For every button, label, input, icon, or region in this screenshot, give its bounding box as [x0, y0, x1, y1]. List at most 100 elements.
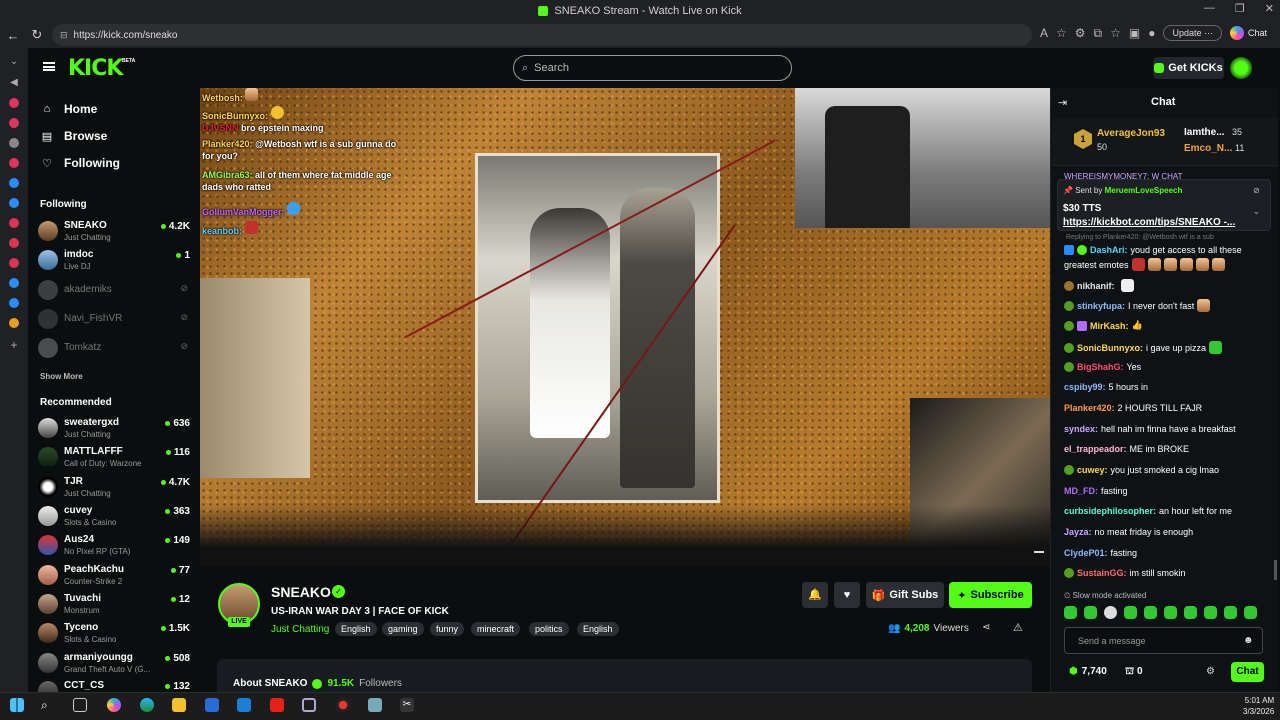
- copilot-chat-button[interactable]: Chat: [1230, 26, 1267, 40]
- recommended-channel[interactable]: CCT_CS 132: [38, 678, 190, 692]
- recommended-channel[interactable]: MATTLAFFF Call of Duty: Warzone 116: [38, 444, 190, 470]
- tab-icon[interactable]: [9, 238, 19, 248]
- app-icon[interactable]: [302, 698, 316, 712]
- emote-icon[interactable]: [1064, 606, 1077, 619]
- task-view-icon[interactable]: [73, 698, 87, 712]
- share-icon[interactable]: ⋖: [982, 622, 990, 633]
- following-channel-sneako[interactable]: SNEAKO Just Chatting 4.2K: [38, 218, 190, 244]
- emoji-picker-icon[interactable]: ☻: [1243, 635, 1254, 646]
- update-button[interactable]: Update ···: [1163, 25, 1223, 41]
- chat-username[interactable]: cspiby99:: [1064, 382, 1106, 392]
- stream-category-link[interactable]: Just Chatting: [271, 624, 329, 635]
- stream-tag[interactable]: gaming: [382, 622, 424, 636]
- tab-icon[interactable]: [9, 218, 19, 228]
- minimize-icon[interactable]: —: [1204, 2, 1215, 15]
- profile-icon[interactable]: ●: [1148, 26, 1155, 40]
- menu-icon[interactable]: [43, 62, 55, 71]
- stream-tag[interactable]: English: [577, 622, 619, 636]
- chat-username[interactable]: el_trappeador:: [1064, 444, 1127, 454]
- subscribe-button[interactable]: ✦ Subscribe: [949, 582, 1032, 608]
- chat-username[interactable]: Jayza:: [1064, 527, 1092, 537]
- edge-browser-icon[interactable]: [140, 698, 154, 712]
- recommended-channel[interactable]: TJR Just Chatting 4.7K: [38, 474, 190, 500]
- channel-points[interactable]: ⛫ 0: [1125, 666, 1143, 679]
- chat-username[interactable]: SustainGG:: [1077, 568, 1127, 578]
- nav-browse[interactable]: ▤ Browse: [40, 129, 108, 143]
- recommended-channel[interactable]: PeachKachu Counter-Strike 2 77: [38, 562, 190, 588]
- recommended-channel[interactable]: cuvey Slots & Casino 363: [38, 503, 190, 529]
- copilot-icon[interactable]: [107, 698, 121, 712]
- chat-scrollbar[interactable]: [1274, 560, 1277, 580]
- stream-tag[interactable]: funny: [430, 622, 465, 636]
- collapse-chat-icon[interactable]: ⇥: [1058, 96, 1067, 109]
- recommended-channel[interactable]: Tyceno Slots & Casino 1.5K: [38, 620, 190, 646]
- recommended-channel[interactable]: Tuvachi Monstrum 12: [38, 591, 190, 617]
- system-clock[interactable]: 5:01 AM 3/3/2026: [1243, 695, 1274, 717]
- emote-icon[interactable]: [1204, 606, 1217, 619]
- pinned-sender-name[interactable]: MeruemLoveSpeech: [1105, 186, 1183, 195]
- video-player[interactable]: Wetbosh: SonicBunnyxo: DJVSNN bro epstei…: [200, 88, 1050, 566]
- tab-icon[interactable]: [9, 298, 19, 308]
- chat-message-input[interactable]: Send a message: [1064, 627, 1263, 654]
- recommended-channel[interactable]: sweatergxd Just Chatting 636: [38, 415, 190, 441]
- tab-icon[interactable]: [9, 258, 19, 268]
- chat-username[interactable]: MD_FD:: [1064, 486, 1098, 496]
- recommended-channel[interactable]: armaniyoungg Grand Theft Auto V (G... 508: [38, 650, 190, 676]
- search-icon[interactable]: ⌕: [41, 698, 55, 712]
- tab-icon[interactable]: [9, 98, 19, 108]
- app-icon[interactable]: [336, 698, 350, 712]
- windows-start-icon[interactable]: [10, 698, 24, 712]
- youtube-icon[interactable]: [270, 698, 284, 712]
- user-avatar[interactable]: [1230, 57, 1252, 79]
- chat-username[interactable]: DashAri:: [1090, 245, 1128, 255]
- split-screen-icon[interactable]: ⧉: [1094, 26, 1103, 41]
- chat-username[interactable]: cuwey:: [1077, 465, 1108, 475]
- recommended-channel[interactable]: Aus24 No Pixel RP (GTA) 149: [38, 532, 190, 558]
- emote-icon[interactable]: [1164, 606, 1177, 619]
- following-channel-akademiks[interactable]: akademiks ⊘: [38, 277, 190, 303]
- favorites-icon[interactable]: ☆: [1110, 26, 1121, 40]
- chat-username[interactable]: curbsidephilosopher:: [1064, 506, 1156, 516]
- show-more-link[interactable]: Show More: [40, 372, 83, 381]
- restore-icon[interactable]: ❐: [1235, 2, 1245, 15]
- tab-icon[interactable]: [9, 158, 19, 168]
- emote-icon[interactable]: [1184, 606, 1197, 619]
- chat-username[interactable]: MirKash:: [1090, 321, 1129, 331]
- app-icon[interactable]: [368, 698, 382, 712]
- chevron-down-icon[interactable]: ⌄: [1253, 207, 1260, 216]
- stream-tag[interactable]: English: [335, 622, 377, 636]
- back-icon[interactable]: ←: [4, 28, 22, 43]
- follow-button[interactable]: ♥: [834, 582, 860, 608]
- nav-home[interactable]: ⌂ Home: [40, 102, 98, 116]
- following-channel-imdoc[interactable]: imdoc Live DJ 1: [38, 247, 190, 273]
- tab-icon[interactable]: [9, 198, 19, 208]
- leaderboard-third-name[interactable]: Emco_N...: [1184, 143, 1232, 154]
- stream-tag[interactable]: politics: [529, 622, 569, 636]
- close-icon[interactable]: ✕: [1265, 2, 1274, 15]
- emote-icon[interactable]: [1084, 606, 1097, 619]
- leaderboard-second-name[interactable]: Iamthe...: [1184, 127, 1225, 138]
- following-channel-navi[interactable]: Navi_FishVR ⊘: [38, 306, 190, 332]
- tab-icon[interactable]: [9, 118, 19, 128]
- notification-bell-button[interactable]: 🔔: [802, 582, 828, 608]
- emote-icon[interactable]: [1144, 606, 1157, 619]
- chat-username[interactable]: SonicBunnyxo:: [1077, 343, 1143, 353]
- kick-logo[interactable]: KICK: [68, 56, 123, 81]
- leaderboard-first-name[interactable]: AverageJon93: [1097, 128, 1165, 139]
- extensions-icon[interactable]: ⚙: [1075, 26, 1086, 40]
- app-icon[interactable]: ✂: [400, 698, 414, 712]
- report-icon[interactable]: ⚠: [1013, 621, 1023, 634]
- chevron-down-icon[interactable]: ⌄: [10, 56, 18, 67]
- kicks-balance[interactable]: ⬢ 7,740: [1069, 666, 1107, 677]
- settings-icon[interactable]: [9, 138, 19, 148]
- chat-settings-icon[interactable]: ⚙: [1206, 666, 1215, 677]
- stream-tag[interactable]: minecraft: [471, 622, 521, 636]
- collections-icon[interactable]: ▣: [1129, 26, 1140, 40]
- nav-following[interactable]: ♡ Following: [40, 156, 120, 170]
- chat-username[interactable]: stinkyfupa:: [1077, 301, 1125, 311]
- add-icon[interactable]: +: [10, 338, 17, 352]
- mail-icon[interactable]: [237, 698, 251, 712]
- chat-username[interactable]: syndex:: [1064, 424, 1098, 434]
- audio-icon[interactable]: ◀: [10, 77, 18, 88]
- chat-username[interactable]: ClydeP01:: [1064, 548, 1108, 558]
